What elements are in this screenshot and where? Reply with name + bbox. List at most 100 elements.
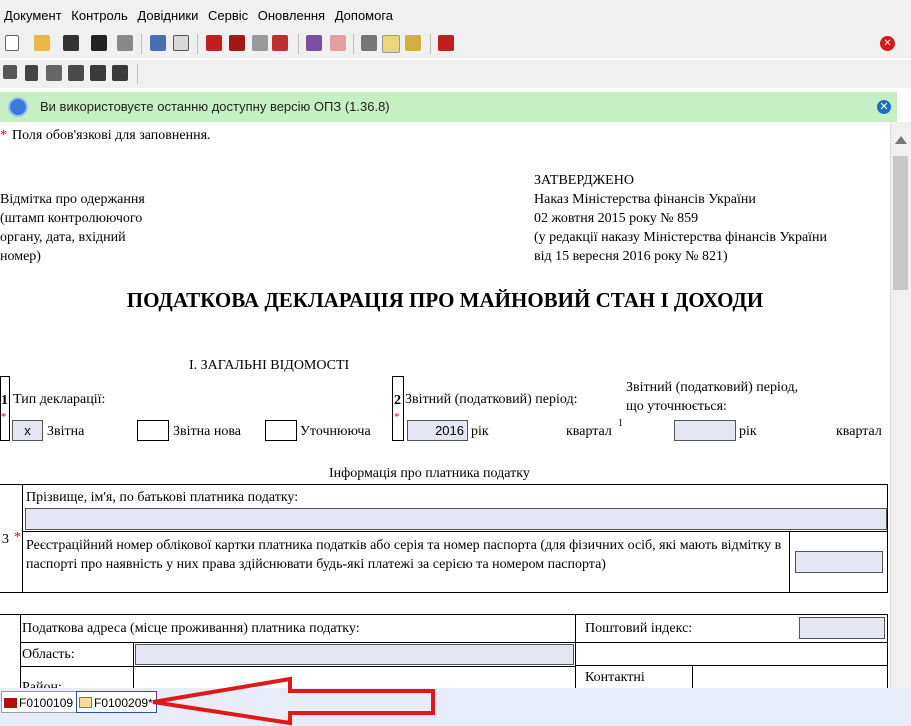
payer-info-title: Інформація про платника податку	[329, 466, 530, 481]
address-right-border	[887, 614, 888, 688]
type-clarifying-label: Уточнююча	[300, 424, 371, 439]
properties-icon[interactable]	[361, 35, 377, 51]
checkbox-reporting[interactable]: x	[12, 420, 43, 441]
period-year-field[interactable]: 2016	[407, 420, 468, 441]
period-spec-label: Звітний (податковий) період,	[626, 380, 799, 395]
registration-divider	[789, 531, 790, 593]
quarter-label: квартал	[566, 424, 612, 439]
approval-block: ЗАТВЕРДЖЕНО Наказ Міністерства фінансів …	[534, 173, 828, 264]
period-spec-label-2: що уточнюється:	[626, 399, 727, 414]
toolbar-separator	[197, 34, 198, 54]
report-icon[interactable]	[330, 35, 346, 51]
name-field[interactable]	[25, 508, 887, 530]
menu-bar: Документ Контроль Довідники Сервіс Оновл…	[0, 0, 911, 30]
home-icon[interactable]	[206, 35, 222, 51]
contacts-divider	[692, 665, 693, 688]
required-note: Поля обов'язкові для заповнення.	[12, 128, 211, 143]
checkbox-reporting-new[interactable]	[137, 420, 169, 441]
row3-number: 3	[2, 532, 9, 547]
vertical-scrollbar[interactable]	[890, 122, 911, 688]
cut-icon[interactable]	[25, 65, 38, 81]
books-icon[interactable]	[229, 35, 245, 51]
address-mid-divider	[575, 614, 576, 688]
attach-icon[interactable]	[405, 35, 421, 51]
exit-icon[interactable]	[438, 35, 454, 51]
copy-icon[interactable]	[252, 35, 268, 51]
spec-quarter-label: квартал	[836, 424, 882, 439]
toolbar-separator	[137, 64, 138, 84]
region-divider	[133, 642, 134, 688]
menu-help[interactable]: Допомога	[331, 0, 395, 23]
menu-document[interactable]: Документ	[0, 0, 64, 23]
copy-row-icon[interactable]	[3, 65, 17, 79]
type-reporting-label: Звітна	[47, 424, 85, 439]
row3-required-star: *	[14, 530, 21, 545]
registration-number-field[interactable]	[795, 551, 883, 573]
checklist-icon[interactable]	[173, 35, 189, 51]
edit-toolbar	[0, 60, 911, 88]
row2-number-box: 2 *	[392, 376, 404, 441]
menu-control[interactable]: Контроль	[67, 0, 129, 23]
alert-icon[interactable]	[272, 35, 288, 51]
required-star: *	[0, 128, 7, 143]
scroll-up-icon[interactable]	[895, 136, 907, 144]
check-icon[interactable]	[150, 35, 166, 51]
region-label: Область:	[22, 647, 75, 662]
arrow-shape	[152, 676, 435, 726]
registration-label: Реєстраційний номер облікової картки пла…	[26, 538, 782, 572]
footnote-mark: 1	[618, 418, 623, 429]
address-left-divider	[20, 614, 21, 688]
region-field[interactable]	[135, 644, 574, 665]
banner-text: Ви використовуєте останню доступну версі…	[40, 99, 390, 114]
spec-year-label: рік	[739, 424, 757, 439]
new-doc-icon[interactable]	[5, 35, 19, 51]
delete-tree-icon[interactable]	[112, 65, 128, 81]
scroll-thumb[interactable]	[893, 156, 908, 290]
checkbox-clarifying[interactable]	[265, 420, 297, 441]
decl-type-label: Тип декларації:	[13, 392, 106, 407]
postal-row-divider	[575, 642, 888, 643]
edit-icon[interactable]	[306, 35, 322, 51]
contacts-top-border	[576, 665, 888, 666]
toolbar-separator	[430, 34, 431, 54]
address-top-border	[0, 614, 888, 615]
form-icon[interactable]	[382, 35, 400, 53]
open-folder-icon[interactable]	[34, 35, 50, 51]
save-all-icon[interactable]	[91, 35, 107, 51]
open-book-icon	[79, 697, 92, 708]
save-icon[interactable]	[63, 35, 79, 51]
receipt-stamp-note: Відмітка про одержання (штамп контролююч…	[0, 192, 145, 264]
postal-code-field[interactable]	[799, 617, 885, 639]
toolbar-separator	[141, 34, 142, 54]
insert-row-icon[interactable]	[68, 65, 84, 81]
paste-icon[interactable]	[46, 65, 62, 81]
close-icon[interactable]: ✕	[877, 100, 891, 114]
section-title: І. ЗАГАЛЬНІ ВІДОМОСТІ	[189, 358, 350, 373]
annotation-arrow	[152, 676, 435, 726]
declaration-form: * Поля обов'язкові для заповнення. Відмі…	[0, 122, 890, 688]
print-icon[interactable]	[117, 35, 133, 51]
book-icon	[4, 698, 17, 708]
version-banner: Ви використовуєте останню доступну версі…	[0, 92, 897, 122]
address-row-divider	[20, 642, 576, 643]
page-title: ПОДАТКОВА ДЕКЛАРАЦІЯ ПРО МАЙНОВИЙ СТАН І…	[126, 288, 764, 312]
region-bottom-border	[20, 666, 576, 667]
tab-f0100109[interactable]: F0100109	[1, 691, 78, 713]
menu-updates[interactable]: Оновлення	[254, 0, 327, 23]
menu-references[interactable]: Довідники	[133, 0, 200, 23]
payer-table-divider	[22, 484, 23, 593]
tab-f0100209[interactable]: F0100209*	[76, 691, 157, 713]
close-red-icon[interactable]: ✕	[880, 36, 895, 51]
year-label: рік	[471, 424, 489, 439]
period-spec-year-field[interactable]	[674, 420, 736, 441]
district-label: Район:	[22, 680, 62, 688]
postal-code-label: Поштовий індекс:	[585, 621, 693, 636]
info-icon	[8, 97, 28, 117]
toolbar-separator	[298, 34, 299, 54]
type-reporting-new-label: Звітна нова	[173, 424, 241, 439]
payer-row-divider	[22, 531, 888, 532]
insert-tree-icon[interactable]	[90, 65, 106, 81]
row1-number-box: 1 *	[0, 376, 10, 441]
menu-service[interactable]: Сервіс	[204, 0, 250, 23]
document-tabs-bar: F0100109 F0100209*	[0, 688, 911, 726]
